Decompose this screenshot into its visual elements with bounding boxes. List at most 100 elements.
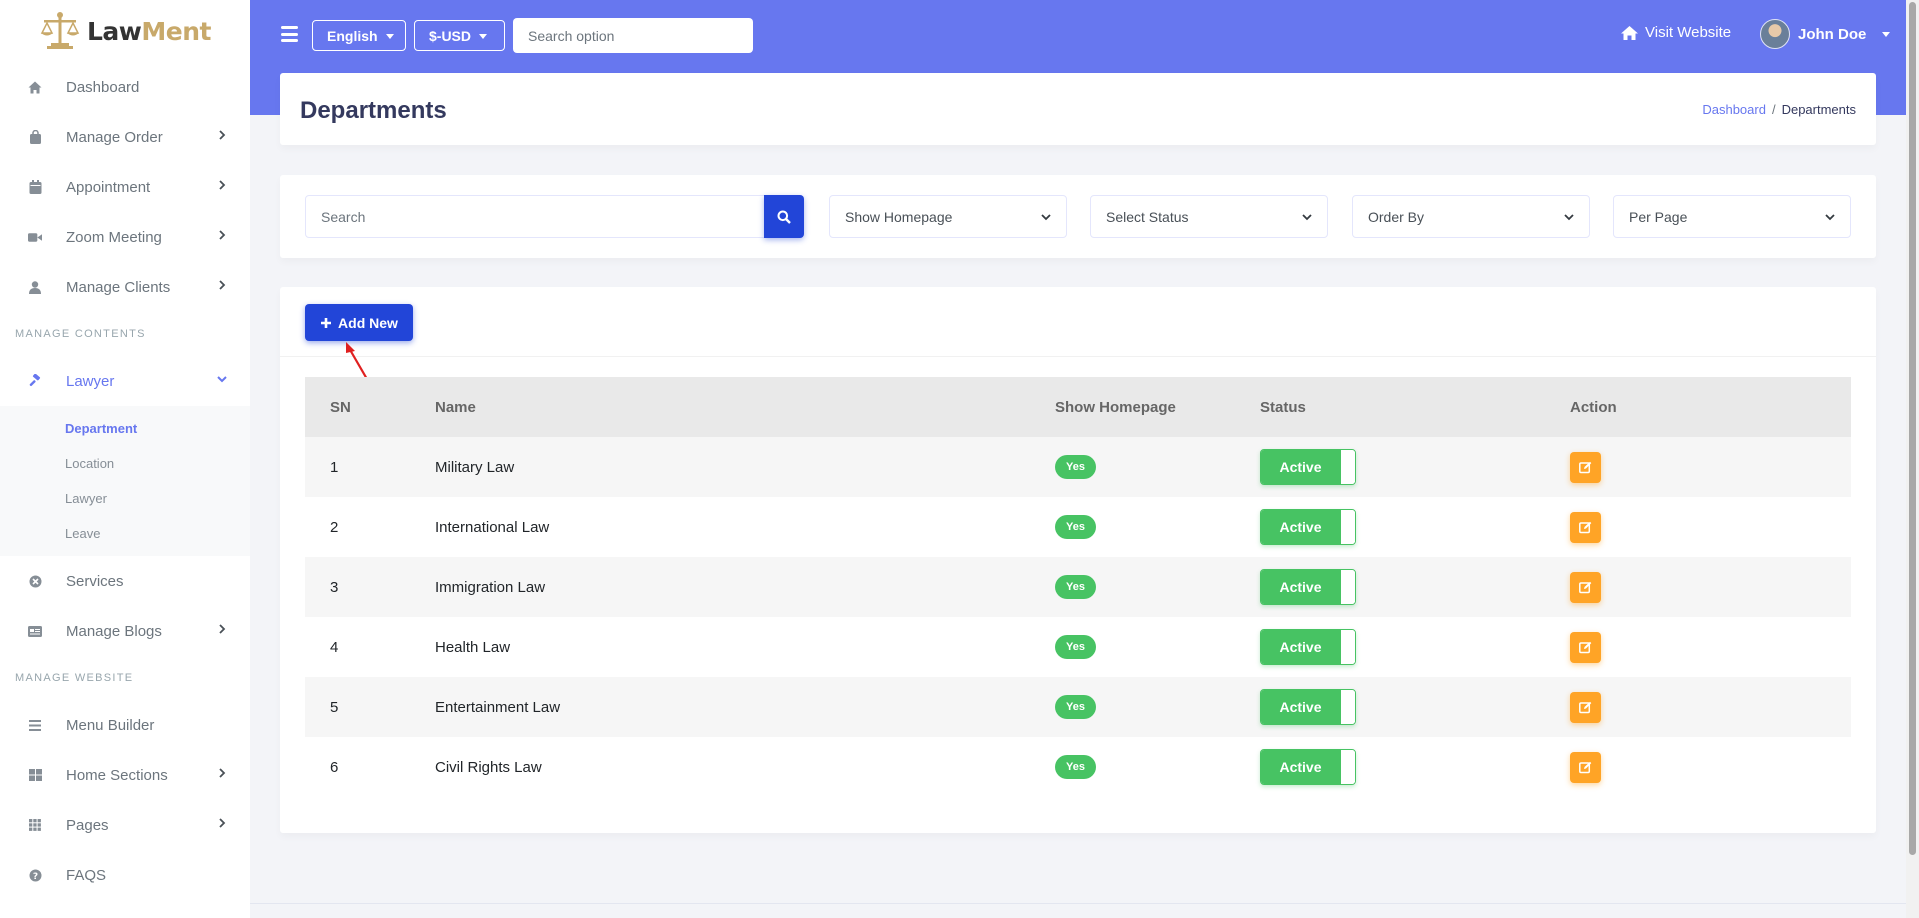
breadcrumb-current: Departments <box>1781 102 1856 117</box>
sidebar-item-label: Dashboard <box>66 78 140 96</box>
avatar <box>1760 19 1790 49</box>
sidebar-item-manage-blogs[interactable]: Manage Blogs <box>0 606 250 656</box>
cell-homepage: Yes <box>1030 677 1235 737</box>
status-select[interactable]: Select Status <box>1090 195 1328 238</box>
currency-dropdown[interactable]: $-USD <box>414 20 505 51</box>
status-toggle[interactable]: Active <box>1260 689 1356 725</box>
departments-card: Add New SN Name Show Homepage Status Act… <box>280 287 1876 833</box>
cell-status: Active <box>1235 437 1545 497</box>
table-row: 3 Immigration Law Yes Active <box>305 557 1851 617</box>
cell-name: Military Law <box>410 437 1030 497</box>
status-toggle[interactable]: Active <box>1260 749 1356 785</box>
sidebar-item-services[interactable]: Services <box>0 556 250 606</box>
cell-homepage: Yes <box>1030 617 1235 677</box>
chevron-down-icon <box>1564 214 1574 221</box>
hamburger-menu-icon[interactable] <box>281 26 298 42</box>
status-toggle[interactable]: Active <box>1260 569 1356 605</box>
edit-button[interactable] <box>1570 451 1601 483</box>
edit-icon <box>1579 701 1592 713</box>
sidebar-item-social-links[interactable]: Social Links <box>0 900 250 918</box>
gavel-icon <box>28 374 42 388</box>
search-button[interactable] <box>764 195 804 238</box>
sidebar-item-label: Services <box>66 572 124 590</box>
edit-button[interactable] <box>1570 571 1601 603</box>
user-menu[interactable]: John Doe <box>1760 19 1891 49</box>
sidebar-item-faqs[interactable]: ? FAQS <box>0 850 250 900</box>
status-value: Select Status <box>1106 208 1189 225</box>
table-row: 2 International Law Yes Active <box>305 497 1851 557</box>
submenu-item-location[interactable]: Location <box>0 446 250 481</box>
cell-action <box>1545 677 1851 737</box>
order-by-select[interactable]: Order By <box>1352 195 1590 238</box>
cell-action <box>1545 437 1851 497</box>
sidebar-item-zoom-meeting[interactable]: Zoom Meeting <box>0 212 250 262</box>
sidebar-item-menu-builder[interactable]: Menu Builder <box>0 700 250 750</box>
user-name: John Doe <box>1798 25 1867 43</box>
page-scrollbar[interactable] <box>1906 0 1919 918</box>
sidebar-item-lawyer[interactable]: Lawyer <box>0 356 250 406</box>
chevron-down-icon <box>1041 214 1051 221</box>
cell-status: Active <box>1235 737 1545 797</box>
toggle-knob <box>1340 630 1355 664</box>
edit-button[interactable] <box>1570 691 1601 723</box>
edit-icon <box>1579 761 1592 773</box>
grid-icon <box>28 768 42 782</box>
submenu-item-lawyer[interactable]: Lawyer <box>0 481 250 516</box>
edit-button[interactable] <box>1570 511 1601 543</box>
chevron-right-icon <box>219 280 226 290</box>
table-row: 6 Civil Rights Law Yes Active <box>305 737 1851 797</box>
homepage-badge: Yes <box>1055 515 1096 539</box>
show-homepage-select[interactable]: Show Homepage <box>829 195 1067 238</box>
caret-down-icon <box>479 33 488 39</box>
chevron-right-icon <box>219 818 226 828</box>
search-input[interactable] <box>305 195 765 238</box>
currency-label: $-USD <box>429 27 472 44</box>
calendar-icon <box>28 180 42 194</box>
cell-action <box>1545 617 1851 677</box>
cell-homepage: Yes <box>1030 557 1235 617</box>
sidebar-item-appointment[interactable]: Appointment <box>0 162 250 212</box>
search-icon <box>777 210 791 224</box>
homepage-badge: Yes <box>1055 695 1096 719</box>
cell-homepage: Yes <box>1030 737 1235 797</box>
status-toggle[interactable]: Active <box>1260 629 1356 665</box>
chevron-right-icon <box>219 180 226 190</box>
submenu-item-department[interactable]: Department <box>0 411 250 446</box>
add-new-label: Add New <box>338 314 398 331</box>
status-toggle-label: Active <box>1261 690 1340 724</box>
cell-name: Entertainment Law <box>410 677 1030 737</box>
scrollbar-thumb[interactable] <box>1909 2 1916 855</box>
cell-sn: 4 <box>330 638 339 656</box>
sidebar-item-home-sections[interactable]: Home Sections <box>0 750 250 800</box>
edit-button[interactable] <box>1570 751 1601 783</box>
breadcrumb: Dashboard / Departments <box>1702 102 1856 117</box>
cell-sn: 1 <box>305 437 410 497</box>
video-icon <box>28 230 42 244</box>
language-dropdown[interactable]: English <box>312 20 406 51</box>
status-toggle[interactable]: Active <box>1260 449 1356 485</box>
filter-bar: Show Homepage Select Status Order By Per… <box>280 175 1876 258</box>
edit-button[interactable] <box>1570 631 1601 663</box>
status-toggle-label: Active <box>1261 750 1340 784</box>
bag-icon <box>28 130 42 144</box>
pages-icon <box>28 818 42 832</box>
services-icon <box>28 574 42 588</box>
logo[interactable]: LawMent <box>0 0 250 62</box>
sidebar-item-dashboard[interactable]: Dashboard <box>0 62 250 112</box>
homepage-badge: Yes <box>1055 635 1096 659</box>
sidebar-item-manage-order[interactable]: Manage Order <box>0 112 250 162</box>
submenu-item-leave[interactable]: Leave <box>0 516 250 551</box>
sidebar-item-manage-clients[interactable]: Manage Clients <box>0 262 250 312</box>
cell-sn: 3 <box>305 557 410 617</box>
table-row: 5 Entertainment Law Yes Active <box>305 677 1851 737</box>
chevron-down-icon <box>1302 214 1312 221</box>
status-toggle[interactable]: Active <box>1260 509 1356 545</box>
breadcrumb-dashboard-link[interactable]: Dashboard <box>1702 102 1766 117</box>
brand-part-ment: Ment <box>141 16 211 46</box>
topbar-search-input[interactable] <box>513 18 753 53</box>
visit-website-link[interactable]: Visit Website <box>1620 24 1731 41</box>
sidebar-item-label: Appointment <box>66 178 151 196</box>
per-page-select[interactable]: Per Page <box>1613 195 1851 238</box>
sidebar-item-pages[interactable]: Pages <box>0 800 250 850</box>
add-new-button[interactable]: Add New <box>305 304 413 341</box>
